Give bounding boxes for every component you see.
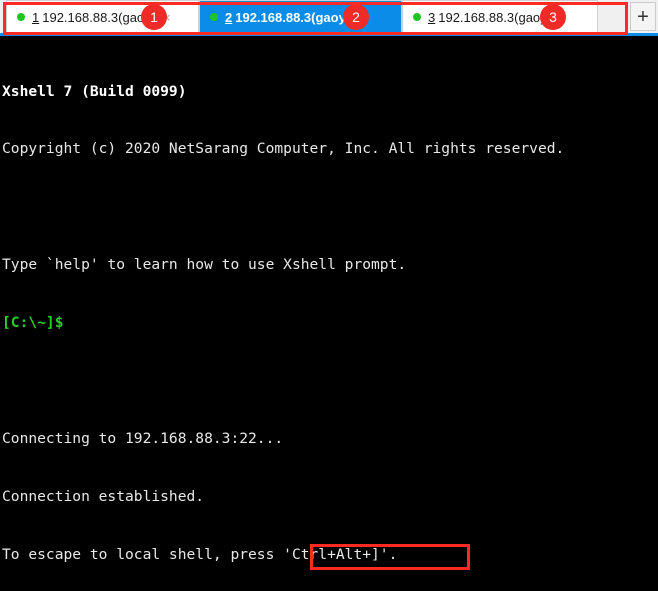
connection-status-dot-icon xyxy=(17,13,25,21)
tab-session-2[interactable]: 2 192.168.88.3(gaoy) × xyxy=(199,0,402,33)
terminal-line: To escape to local shell, press 'Ctrl+Al… xyxy=(2,545,398,563)
annotation-badge-1: 1 xyxy=(141,4,167,30)
terminal-line: Xshell 7 (Build 0099) xyxy=(2,82,187,100)
annotation-badge-2: 2 xyxy=(343,4,369,30)
tab-index-3: 3 xyxy=(428,9,436,25)
terminal-line: Connecting to 192.168.88.3:22... xyxy=(2,429,284,447)
connection-status-dot-icon xyxy=(210,13,218,21)
annotation-badge-3: 3 xyxy=(540,4,566,30)
terminal-output[interactable]: Xshell 7 (Build 0099) Copyright (c) 2020… xyxy=(0,36,658,591)
connection-status-dot-icon xyxy=(413,13,421,21)
terminal-line: Type `help' to learn how to use Xshell p… xyxy=(2,256,407,274)
tab-title-2: 192.168.88.3(gaoy) xyxy=(235,9,351,25)
tab-title-3: 192.168.88.3(gaoy) xyxy=(438,9,551,25)
tab-bar: 1 192.168.88.3(gaoy) × 2 192.168.88.3(ga… xyxy=(0,0,658,36)
tab-title-1: 192.168.88.3(gaoy) xyxy=(42,9,155,25)
terminal-line-local-prompt: [C:\~]$ xyxy=(2,314,73,332)
tab-index-2: 2 xyxy=(225,9,233,25)
new-tab-button[interactable]: + xyxy=(630,2,656,31)
terminal-line: Connection established. xyxy=(2,487,205,505)
tab-session-1[interactable]: 1 192.168.88.3(gaoy) × xyxy=(6,0,199,33)
tab-index-1: 1 xyxy=(32,9,40,25)
terminal-line: Copyright (c) 2020 NetSarang Computer, I… xyxy=(2,140,565,158)
tab-session-3[interactable]: 3 192.168.88.3(gaoy) × xyxy=(402,0,598,33)
